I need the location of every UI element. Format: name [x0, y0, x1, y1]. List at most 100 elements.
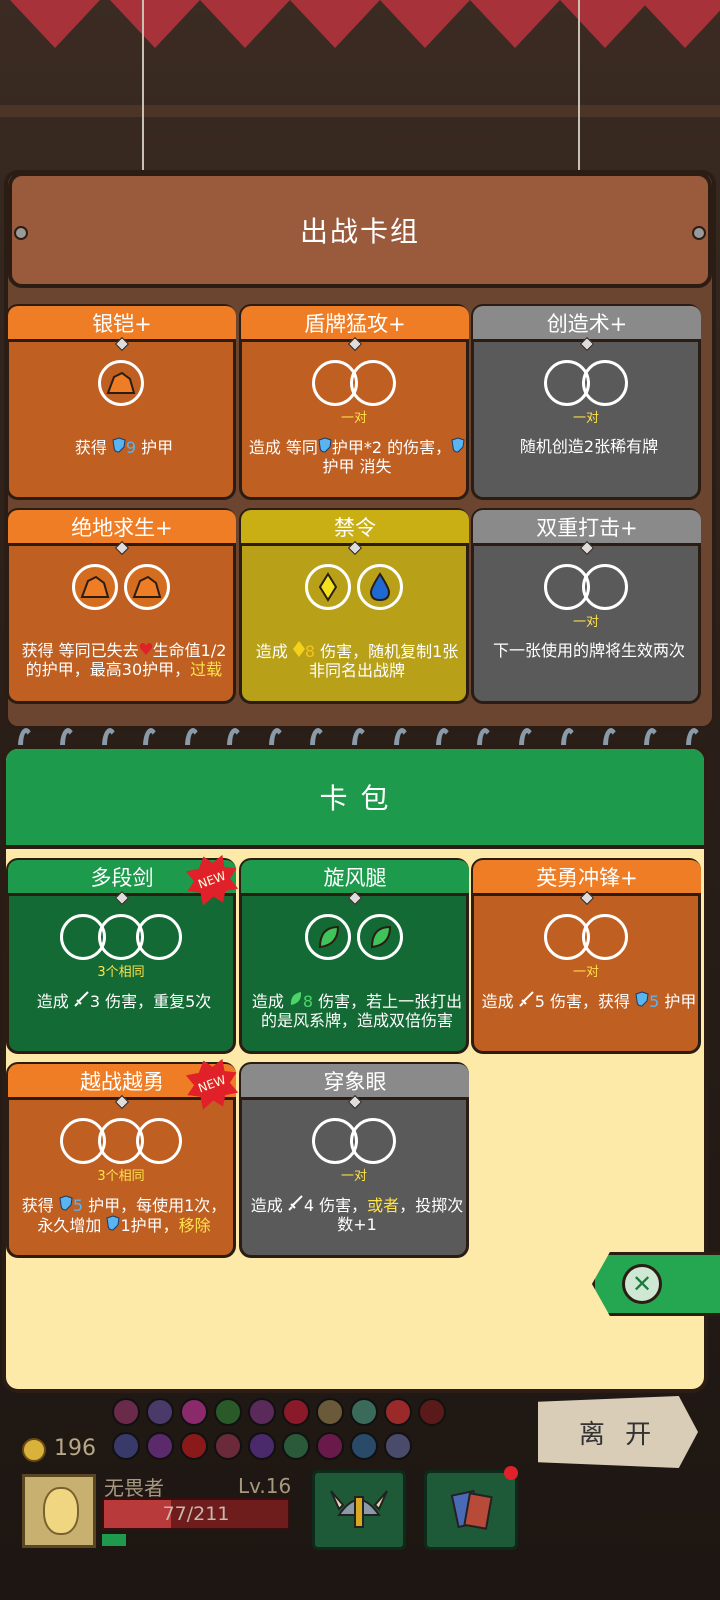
- hero-portrait[interactable]: [22, 1474, 96, 1548]
- card-description: 随机创造2张稀有牌: [519, 437, 659, 456]
- card-deck[interactable]: 绝地求生+ 获得 等同已失去 生命值1/2 的护甲，最高30护甲，过载: [6, 508, 236, 704]
- card-description: 造成 5 伤害，获得 5 护甲: [481, 991, 697, 1011]
- card-description: 造成 8 伤害，随机复制1张非同名出战牌: [255, 641, 459, 680]
- card-description: 造成 3 伤害，重复5次: [36, 991, 212, 1011]
- relic-icon[interactable]: [384, 1432, 412, 1460]
- shield-icon: [451, 437, 465, 453]
- relic-icon[interactable]: [180, 1398, 208, 1426]
- card-description: 造成 等同 护甲*2 的伤害，护甲 消失: [248, 437, 466, 476]
- sword-icon: [519, 991, 534, 1007]
- shield-icon: [106, 1215, 120, 1231]
- helmet-button[interactable]: [312, 1470, 406, 1550]
- shield-icon: [635, 991, 649, 1007]
- card-icons: [242, 1115, 466, 1167]
- card-icons: [474, 357, 698, 409]
- hanging-string: [142, 0, 144, 172]
- gold-count: 196: [54, 1436, 96, 1461]
- card-deck[interactable]: 双重打击+ 一对 下一张使用的牌将生效两次: [471, 508, 701, 704]
- card-subtitle: 3个相同: [97, 965, 145, 980]
- xp-bar: [102, 1534, 126, 1546]
- relic-icon[interactable]: [214, 1432, 242, 1460]
- card-icons: [9, 911, 233, 963]
- hp-text: 77/211: [162, 1503, 230, 1525]
- wind-leaf-icon: [357, 914, 403, 960]
- close-icon[interactable]: ✕: [622, 1264, 662, 1304]
- hp-bar: 77/211: [102, 1498, 290, 1530]
- hero-level: Lv.16: [238, 1474, 292, 1498]
- relic-icon[interactable]: [112, 1398, 140, 1426]
- shield-icon: [112, 437, 126, 453]
- cards-icon: [450, 1489, 493, 1530]
- card-pack[interactable]: 越战越勇 3个相同 获得 5 护甲，每使用1次，永久增加 1护甲，移除 NEW: [6, 1062, 236, 1258]
- empty-slot-icon: [582, 360, 628, 406]
- card-icons: [474, 561, 698, 613]
- relic-icon[interactable]: [418, 1398, 446, 1426]
- relic-icon[interactable]: [316, 1432, 344, 1460]
- nail-icon: [14, 226, 28, 240]
- pack-header: 卡 包: [6, 749, 704, 849]
- gold-coin-icon: [22, 1438, 46, 1462]
- card-pack[interactable]: 英勇冲锋+ 一对 造成 5 伤害，获得 5 护甲: [471, 858, 701, 1054]
- card-description: 造成 8 伤害，若上一张打出的是风系牌，造成双倍伤害: [251, 992, 463, 1030]
- relic-icon[interactable]: [248, 1432, 276, 1460]
- heart-icon: [139, 643, 152, 655]
- pack-title: 卡 包: [319, 782, 391, 815]
- sword-icon: [288, 1195, 303, 1211]
- leaf-icon: [290, 992, 301, 1005]
- viking-helmet-icon: [330, 1490, 388, 1528]
- shelf: [0, 105, 720, 117]
- card-description: 下一张使用的牌将生效两次: [492, 641, 685, 660]
- relic-icon[interactable]: [350, 1432, 378, 1460]
- card-pack[interactable]: 旋风腿 造成 8 伤害，若上一张打出的是风系牌，造成双倍伤害: [239, 858, 469, 1054]
- armor-icon: [124, 564, 170, 610]
- card-icons: [242, 561, 466, 613]
- card-pack[interactable]: 多段剑 3个相同 造成 3 伤害，重复5次 NEW: [6, 858, 236, 1054]
- card-deck[interactable]: 创造术+ 一对 随机创造2张稀有牌: [471, 304, 701, 500]
- card-subtitle: 一对: [340, 411, 367, 426]
- armor-icon: [72, 564, 118, 610]
- relic-icon[interactable]: [384, 1398, 412, 1426]
- leave-label: 离 开: [578, 1419, 658, 1450]
- hero-name: 无畏者: [104, 1476, 164, 1500]
- card-subtitle: 一对: [572, 615, 599, 630]
- leave-button[interactable]: 离 开: [538, 1396, 698, 1468]
- cards-button[interactable]: [424, 1470, 518, 1550]
- relic-icon[interactable]: [214, 1398, 242, 1426]
- relic-icon[interactable]: [180, 1432, 208, 1460]
- shield-icon: [318, 437, 332, 453]
- deck-title: 出战卡组: [299, 215, 420, 248]
- water-drop-icon: [357, 564, 403, 610]
- card-subtitle: 一对: [572, 965, 599, 980]
- card-subtitle: 一对: [340, 1169, 367, 1184]
- hero-face-icon: [43, 1487, 79, 1535]
- card-icons: [242, 357, 466, 409]
- card-icons: [242, 911, 466, 963]
- sword-icon: [74, 991, 89, 1007]
- card-deck[interactable]: 银铠+ 获得 9 护甲: [6, 304, 236, 500]
- card-pack[interactable]: 穿象眼 一对 造成 4 伤害，或者，投掷次数+1: [239, 1062, 469, 1258]
- empty-slot-icon: [350, 1118, 396, 1164]
- empty-slot-icon: [582, 564, 628, 610]
- empty-slot-icon: [136, 1118, 182, 1164]
- lightning-diamond-icon: [305, 564, 351, 610]
- relic-icon[interactable]: [282, 1398, 310, 1426]
- relic-icon[interactable]: [350, 1398, 378, 1426]
- relic-icon[interactable]: [248, 1398, 276, 1426]
- card-deck[interactable]: 禁令 造成 8 伤害，随机复制1张非同名出战牌: [239, 508, 469, 704]
- card-description: 获得 等同已失去 生命值1/2 的护甲，最高30护甲，过载: [21, 641, 227, 679]
- relic-icon[interactable]: [146, 1432, 174, 1460]
- card-deck[interactable]: 盾牌猛攻+ 一对 造成 等同 护甲*2 的伤害，护甲 消失: [239, 304, 469, 500]
- card-description: 获得 9 护甲: [74, 437, 174, 457]
- card-icons: [9, 1115, 233, 1167]
- wind-leaf-icon: [305, 914, 351, 960]
- deck-header: 出战卡组: [8, 172, 712, 288]
- relic-icon[interactable]: [112, 1432, 140, 1460]
- card-subtitle: 3个相同: [97, 1169, 145, 1184]
- relic-icon[interactable]: [146, 1398, 174, 1426]
- shield-icon: [59, 1195, 73, 1211]
- relic-icon[interactable]: [316, 1398, 344, 1426]
- relic-icon[interactable]: [282, 1432, 310, 1460]
- card-icons: [474, 911, 698, 963]
- card-description: 获得 5 护甲，每使用1次，永久增加 1护甲，移除: [21, 1195, 227, 1235]
- notification-dot: [504, 1466, 518, 1480]
